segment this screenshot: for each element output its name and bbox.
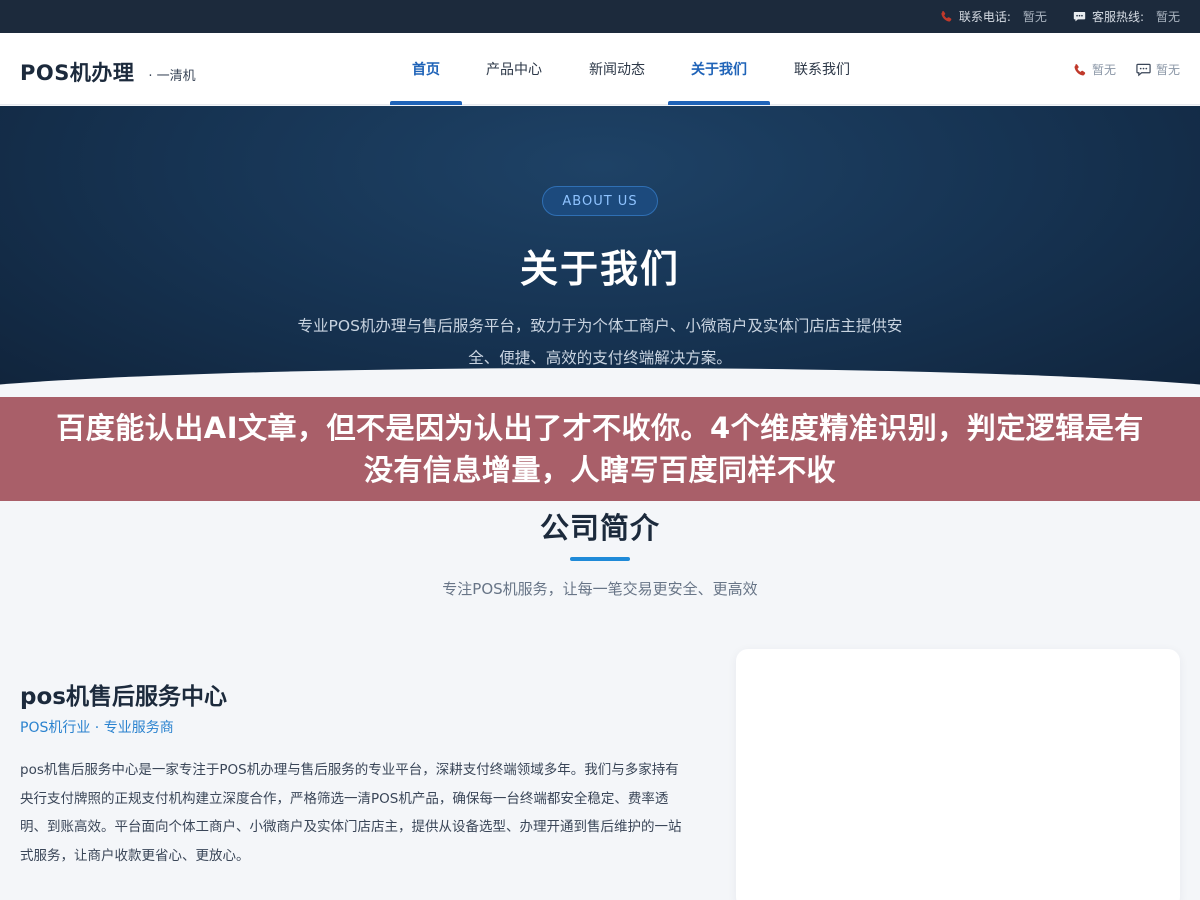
hero-title: 关于我们 [519, 247, 680, 291]
section-underline [570, 557, 630, 561]
header-phone-value: 暂无 [1091, 63, 1116, 77]
about-us-badge: ABOUT US [542, 186, 658, 216]
header-contacts: 暂无 暂无 [1073, 61, 1180, 78]
chat-icon [1073, 12, 1086, 22]
topbar-phone: 联系电话: 暂无 [940, 8, 1047, 25]
phone-label: 联系电话: [958, 10, 1011, 24]
company-tag: POS机行业 · 专业服务商 [20, 720, 174, 736]
hotline-value: 暂无 [1155, 10, 1180, 24]
logo-subtitle: · 一清机 [148, 69, 196, 84]
nav-item-contact[interactable]: 联系我们 [770, 33, 874, 105]
nav-item-about[interactable]: 关于我们 [668, 33, 770, 105]
company-image-card [736, 649, 1180, 900]
site-header: POS机办理 · 一清机 首页 产品中心 新闻动态 关于我们 联系我们 暂无 暂… [0, 33, 1200, 105]
chat-icon [1136, 63, 1151, 77]
main-nav: 首页 产品中心 新闻动态 关于我们 联系我们 [390, 33, 874, 105]
overlay-banner: 百度能认出AI文章，但不是因为认出了才不收你。4个维度精准识别，判定逻辑是有没有… [0, 397, 1200, 501]
section-subtitle: 专注POS机服务，让每一笔交易更安全、更高效 [442, 580, 758, 598]
nav-item-news[interactable]: 新闻动态 [566, 33, 668, 105]
topbar-hotline: 客服热线: 暂无 [1073, 8, 1180, 25]
logo-text: POS机办理 [20, 61, 135, 85]
nav-item-home[interactable]: 首页 [390, 33, 462, 105]
hero-banner: ABOUT US 关于我们 专业POS机办理与售后服务平台，致力于为个体工商户、… [0, 106, 1200, 406]
hero-description: 专业POS机办理与售后服务平台，致力于为个体工商户、小微商户及实体门店店主提供安… [297, 317, 903, 367]
header-chat-value: 暂无 [1155, 63, 1180, 77]
hotline-label: 客服热线: [1091, 10, 1144, 24]
logo[interactable]: POS机办理 · 一清机 [20, 57, 196, 87]
phone-icon [1074, 63, 1086, 75]
top-bar: 联系电话: 暂无 客服热线: 暂无 [0, 0, 1200, 33]
phone-icon [941, 11, 952, 22]
header-chat[interactable]: 暂无 [1136, 61, 1180, 78]
overlay-text: 百度能认出AI文章，但不是因为认出了才不收你。4个维度精准识别，判定逻辑是有没有… [56, 411, 1144, 487]
company-name: pos机售后服务中心 [20, 684, 227, 710]
phone-value: 暂无 [1022, 10, 1047, 24]
company-description: pos机售后服务中心是一家专注于POS机办理与售后服务的专业平台，深耕支付终端领… [20, 762, 682, 864]
nav-item-products[interactable]: 产品中心 [462, 33, 566, 105]
section-title: 公司简介 [539, 511, 660, 545]
header-phone[interactable]: 暂无 [1073, 61, 1116, 78]
